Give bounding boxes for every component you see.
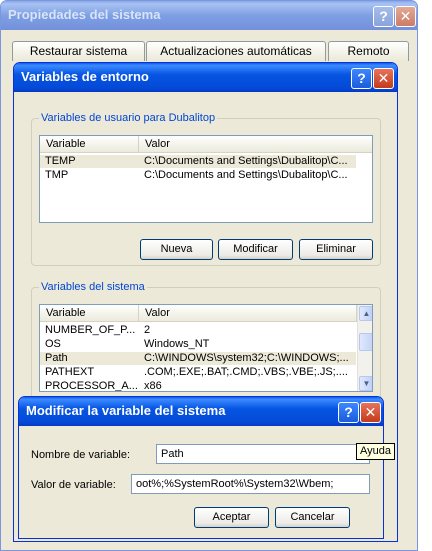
user-variables-group: Variables de usuario para Dubalitop Vari…: [31, 112, 381, 266]
help-icon[interactable]: ?: [351, 68, 372, 89]
table-row[interactable]: Path C:\WINDOWS\system32;C:\WINDOWS;...: [40, 352, 356, 365]
column-header-valor[interactable]: Valor: [139, 305, 357, 322]
table-row[interactable]: PROCESSOR_A... x86: [40, 380, 356, 392]
system-properties-titlebar[interactable]: Propiedades del sistema: [1, 1, 417, 30]
edit-dialog-titlebar[interactable]: Modificar la variable del sistema: [19, 397, 383, 426]
system-variables-label: Variables del sistema: [39, 281, 147, 293]
cell-valor: C:\Documents and Settings\Dubalitop\C...: [144, 169, 348, 181]
edit-button[interactable]: Modificar: [218, 239, 293, 260]
cell-variable: Path: [45, 352, 68, 364]
help-tooltip: Ayuda: [356, 443, 395, 460]
cell-variable: TMP: [45, 169, 69, 181]
system-variables-list[interactable]: Variable Valor NUMBER_OF_P... 2 OS Windo…: [39, 304, 373, 392]
table-row[interactable]: TMP C:\Documents and Settings\Dubalitop\…: [40, 169, 356, 182]
cell-valor: 2: [144, 324, 151, 336]
scroll-down-arrow-icon[interactable]: ▼: [359, 376, 372, 391]
cell-valor: x86: [144, 380, 162, 392]
variable-value-input[interactable]: oot%;%SystemRoot%\System32\Wbem;: [131, 474, 370, 494]
table-row[interactable]: OS Windows_NT: [40, 338, 356, 351]
variable-name-label: Nombre de variable:: [31, 449, 131, 461]
column-header-valor[interactable]: Valor: [139, 136, 372, 153]
tab-restaurar-sistema[interactable]: Restaurar sistema: [12, 41, 145, 61]
system-variables-scrollbar[interactable]: ▲ ▼: [357, 305, 372, 391]
tab-actualizaciones-automaticas[interactable]: Actualizaciones automáticas: [146, 41, 326, 61]
cell-variable: PROCESSOR_A...: [45, 380, 138, 392]
edit-system-variable-dialog: Modificar la variable del sistema ? ✕ No…: [18, 396, 384, 539]
edit-button-label: Modificar: [233, 243, 278, 255]
scroll-thumb[interactable]: [359, 333, 372, 351]
cell-variable: PATHEXT: [45, 366, 95, 378]
user-variables-header: Variable Valor: [40, 136, 372, 153]
column-header-variable[interactable]: Variable: [40, 305, 139, 322]
environment-variables-titlebar[interactable]: Variables de entorno: [14, 63, 397, 92]
cell-variable: TEMP: [45, 155, 76, 167]
delete-button-label: Eliminar: [316, 243, 356, 255]
close-icon[interactable]: ✕: [373, 68, 394, 89]
new-button[interactable]: Nueva: [140, 239, 213, 260]
help-icon[interactable]: ?: [338, 402, 359, 423]
cancel-button[interactable]: Cancelar: [275, 507, 350, 528]
close-icon[interactable]: ✕: [395, 6, 416, 27]
environment-variables-title: Variables de entorno: [21, 69, 149, 84]
delete-button[interactable]: Eliminar: [299, 239, 373, 260]
table-row[interactable]: PATHEXT .COM;.EXE;.BAT;.CMD;.VBS;.VBE;.J…: [40, 366, 356, 379]
cell-valor: C:\WINDOWS\system32;C:\WINDOWS;...: [144, 352, 349, 364]
accept-button[interactable]: Aceptar: [194, 507, 269, 528]
system-variables-header: Variable Valor: [40, 305, 372, 322]
table-row[interactable]: TEMP C:\Documents and Settings\Dubalitop…: [40, 155, 356, 168]
user-variables-list[interactable]: Variable Valor TEMP C:\Documents and Set…: [39, 135, 373, 223]
variable-name-input[interactable]: Path: [156, 444, 370, 464]
scroll-up-arrow-icon[interactable]: ▲: [359, 306, 372, 321]
column-header-variable[interactable]: Variable: [40, 136, 139, 153]
new-button-label: Nueva: [160, 243, 193, 255]
table-row[interactable]: NUMBER_OF_P... 2: [40, 324, 356, 337]
cell-variable: OS: [45, 338, 61, 350]
close-icon[interactable]: ✕: [360, 402, 381, 423]
help-icon[interactable]: ?: [373, 6, 394, 27]
edit-dialog-title: Modificar la variable del sistema: [26, 403, 226, 418]
system-properties-title: Propiedades del sistema: [8, 7, 161, 22]
user-variables-label: Variables de usuario para Dubalitop: [39, 112, 218, 124]
variable-value-label: Valor de variable:: [31, 479, 116, 491]
cell-variable: NUMBER_OF_P...: [45, 324, 136, 336]
cell-valor: .COM;.EXE;.BAT;.CMD;.VBS;.VBE;.JS;....: [144, 366, 348, 378]
cell-valor: Windows_NT: [144, 338, 210, 350]
tab-remoto[interactable]: Remoto: [328, 41, 409, 61]
cell-valor: C:\Documents and Settings\Dubalitop\C...: [144, 155, 348, 167]
